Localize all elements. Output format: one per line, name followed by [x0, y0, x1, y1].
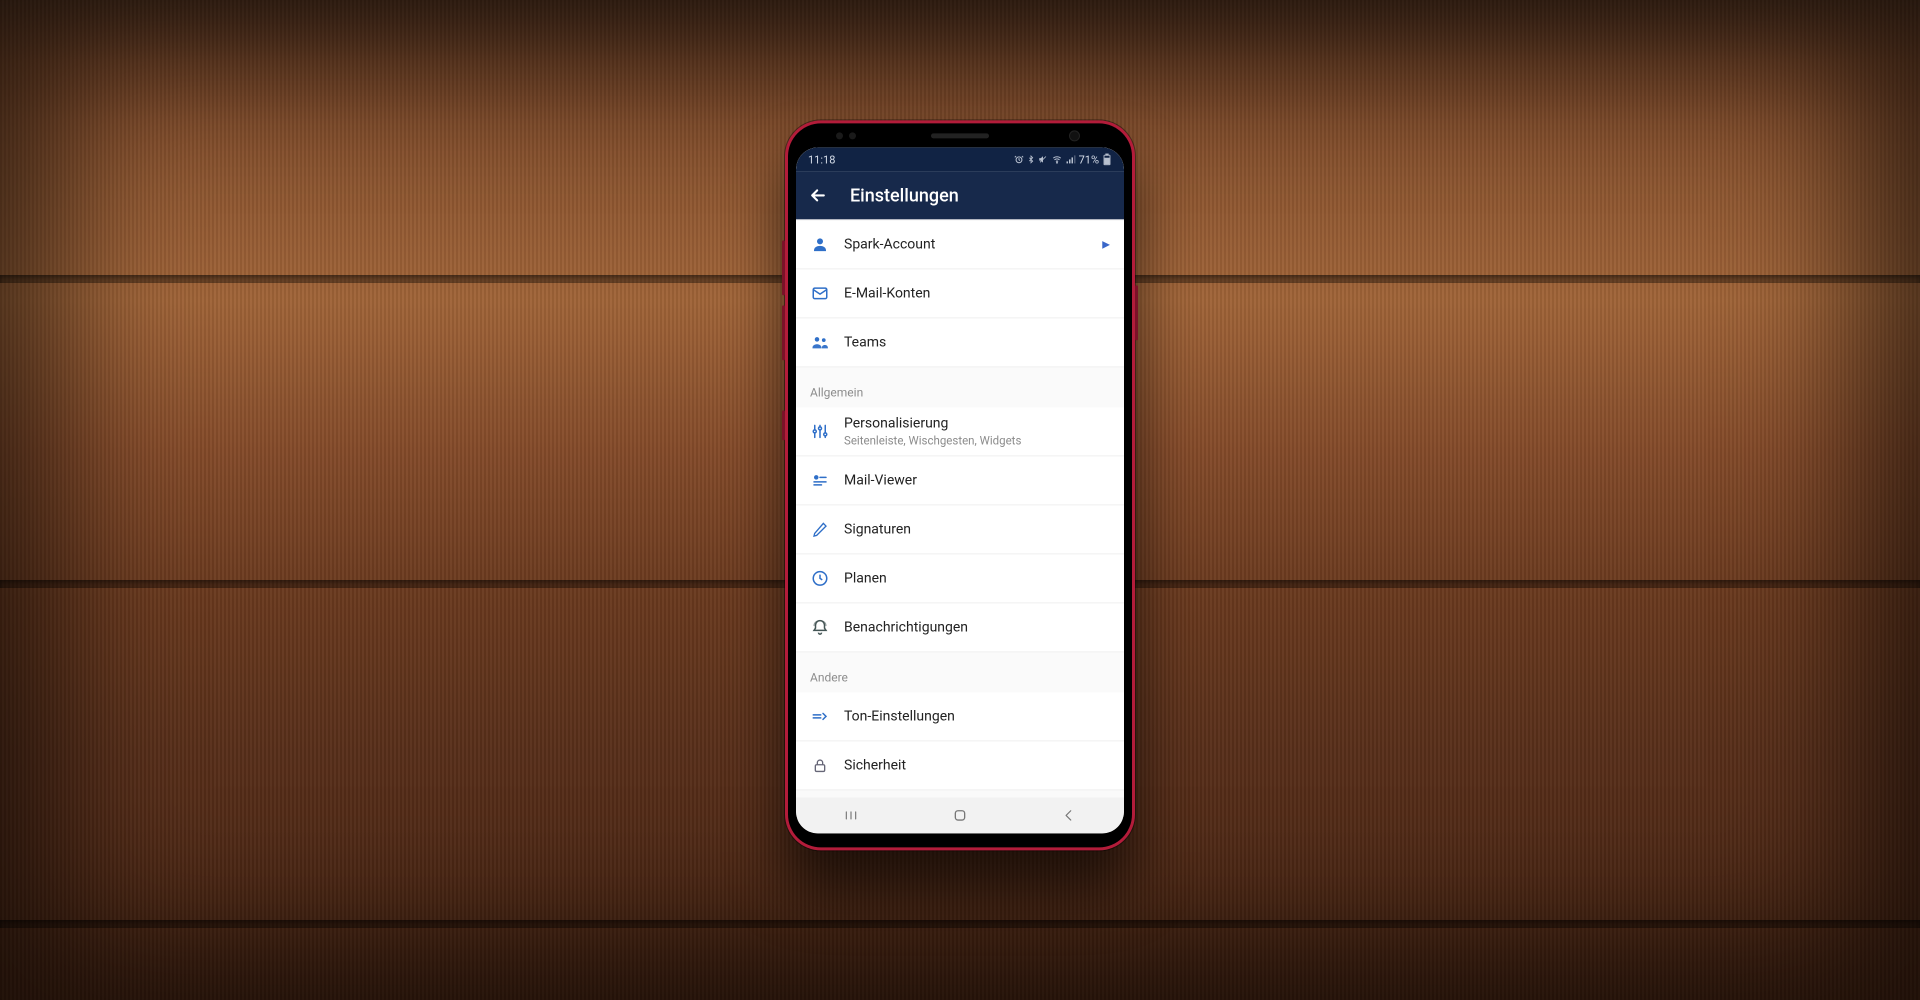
row-personalization[interactable]: Personalisierung Seitenleiste, Wischgest… [796, 407, 1124, 456]
row-label: Sicherheit [844, 756, 1110, 774]
row-mail-viewer[interactable]: Mail-Viewer [796, 456, 1124, 505]
app-bar-title: Einstellungen [850, 185, 959, 206]
bell-icon [810, 617, 830, 637]
phone-power-button [1135, 285, 1138, 340]
row-notifications[interactable]: Benachrichtigungen [796, 603, 1124, 652]
back-icon [1062, 807, 1076, 823]
viewer-icon [810, 470, 830, 490]
row-label: Spark-Account [844, 235, 1088, 253]
alarm-icon [1014, 154, 1024, 164]
phone-mockup: 11:18 [785, 120, 1135, 850]
bluetooth-icon [1027, 154, 1035, 164]
row-schedule[interactable]: Planen [796, 554, 1124, 603]
home-icon [952, 807, 968, 823]
row-label: Signaturen [844, 520, 1110, 538]
row-label: Teams [844, 333, 1110, 351]
lock-icon [810, 755, 830, 775]
row-email-accounts[interactable]: E-Mail-Konten [796, 269, 1124, 318]
row-signatures[interactable]: Signaturen [796, 505, 1124, 554]
nav-recent-button[interactable] [840, 804, 862, 826]
phone-screen: 11:18 [796, 147, 1124, 833]
section-header-other: Andere [796, 652, 1124, 692]
pencil-icon [810, 519, 830, 539]
row-label: Personalisierung [844, 415, 1110, 433]
sliders-icon [810, 421, 830, 441]
wifi-icon [1051, 154, 1063, 164]
phone-speaker [931, 133, 989, 138]
row-security[interactable]: Sicherheit [796, 741, 1124, 790]
sound-icon [810, 706, 830, 726]
arrow-left-icon [808, 185, 828, 205]
team-icon [810, 332, 830, 352]
phone-volume-down-button [782, 305, 785, 360]
phone-sensor-bar [788, 123, 1132, 147]
row-teams[interactable]: Teams [796, 318, 1124, 367]
chevron-right-icon: ▶ [1102, 239, 1110, 250]
android-status-bar: 11:18 [796, 147, 1124, 171]
phone-volume-up-button [782, 240, 785, 295]
section-header-readdle: Readdle [796, 790, 1124, 797]
status-time: 11:18 [808, 153, 835, 166]
status-battery-text: 71% [1079, 153, 1099, 166]
back-button[interactable] [806, 183, 830, 207]
battery-icon [1102, 153, 1112, 165]
phone-front-camera [1069, 130, 1080, 141]
recent-icon [842, 808, 860, 822]
mute-icon [1038, 154, 1048, 164]
mail-icon [810, 283, 830, 303]
person-icon [810, 234, 830, 254]
row-sound-settings[interactable]: Ton-Einstellungen [796, 692, 1124, 741]
row-sublabel: Seitenleiste, Wischgesten, Widgets [844, 433, 1110, 448]
row-label: Benachrichtigungen [844, 618, 1110, 636]
row-label: E-Mail-Konten [844, 284, 1110, 302]
row-label: Mail-Viewer [844, 471, 1110, 489]
phone-bixby-button [782, 410, 785, 440]
nav-back-button[interactable] [1058, 804, 1080, 826]
row-label: Ton-Einstellungen [844, 707, 1110, 725]
section-header-general: Allgemein [796, 367, 1124, 407]
row-spark-account[interactable]: Spark-Account ▶ [796, 219, 1124, 269]
app-bar: Einstellungen [796, 171, 1124, 219]
android-nav-bar [796, 797, 1124, 833]
nav-home-button[interactable] [949, 804, 971, 826]
settings-content[interactable]: Spark-Account ▶ E-Mail-Konten Teams Allg… [796, 219, 1124, 797]
row-label: Planen [844, 569, 1110, 587]
clock-icon [810, 568, 830, 588]
signal-icon [1066, 154, 1076, 164]
